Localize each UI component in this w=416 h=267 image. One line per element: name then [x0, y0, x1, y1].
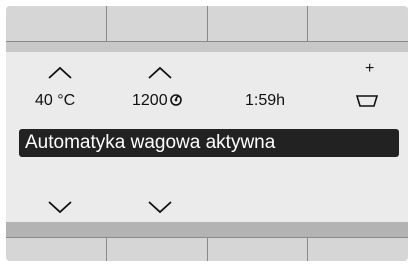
- temperature-up-button[interactable]: [47, 66, 73, 80]
- status-message: Automatyka wagowa aktywna: [19, 129, 399, 157]
- top-divider: [6, 42, 408, 52]
- softkey-bottom-3[interactable]: [207, 237, 309, 261]
- spin-icon: [169, 94, 182, 106]
- temperature-value: 40 °C: [35, 92, 76, 109]
- temperature-down-button[interactable]: [47, 200, 73, 214]
- softkey-top-2[interactable]: [106, 6, 208, 42]
- softkey-top-3[interactable]: [207, 6, 309, 42]
- chevron-down-icon: [48, 201, 72, 214]
- bottom-softkey-row: [6, 237, 408, 261]
- chevron-up-icon: [148, 66, 172, 79]
- top-softkey-row: [6, 6, 408, 42]
- softkey-top-1[interactable]: [6, 6, 107, 42]
- softkey-bottom-1[interactable]: [6, 237, 107, 261]
- softkey-bottom-2[interactable]: [106, 237, 208, 261]
- spin-speed-value: 1200: [132, 92, 183, 110]
- softkey-bottom-4[interactable]: [308, 237, 408, 261]
- duration-value: 1:59h: [245, 92, 286, 109]
- spin-up-button[interactable]: [147, 66, 173, 80]
- chevron-up-icon: [48, 66, 72, 79]
- detergent-container-icon[interactable]: [355, 94, 379, 113]
- plus-icon[interactable]: +: [365, 60, 374, 78]
- softkey-top-4[interactable]: [308, 6, 408, 42]
- spin-down-button[interactable]: [147, 200, 173, 214]
- spin-speed-number: 1200: [132, 92, 168, 109]
- bottom-divider: [6, 222, 408, 237]
- chevron-down-icon: [148, 201, 172, 214]
- display-screen: + 40 °C 1200 1:59h Automatyka wagowa akt…: [6, 52, 408, 222]
- control-panel: + 40 °C 1200 1:59h Automatyka wagowa akt…: [6, 6, 408, 261]
